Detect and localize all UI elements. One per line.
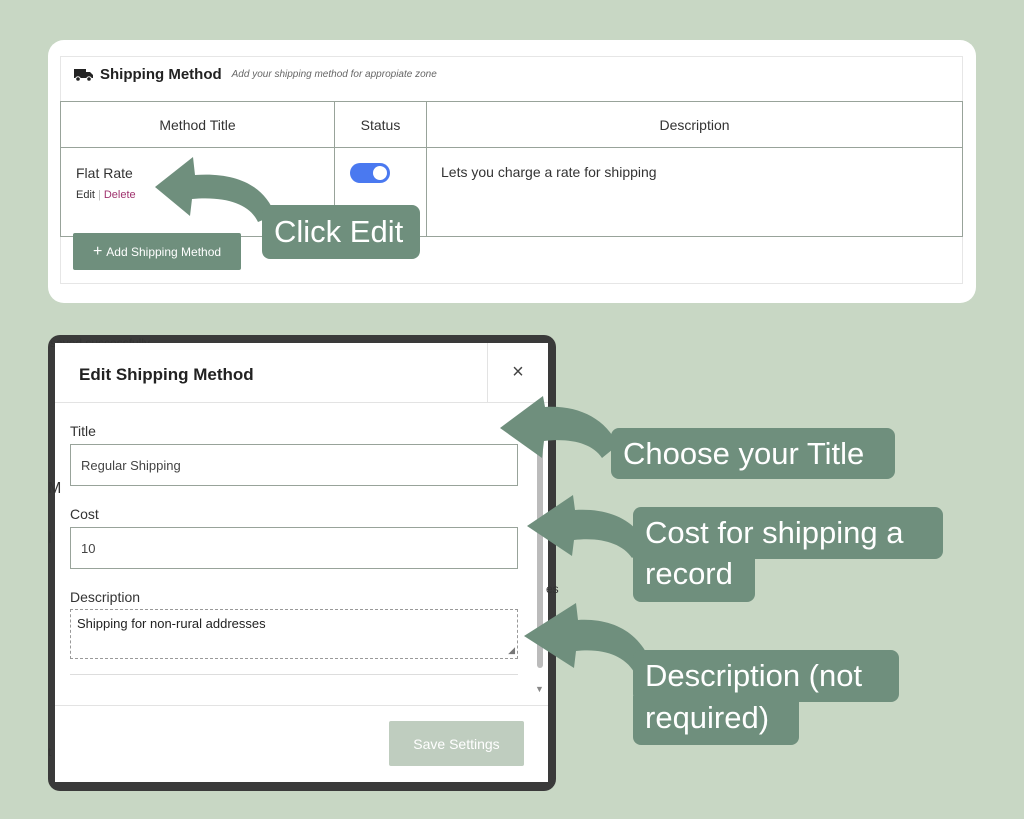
arrow-click-edit xyxy=(155,157,275,222)
callout-cost-line2: record xyxy=(633,552,755,602)
arrow-title xyxy=(500,396,618,458)
callout-desc-line2: required) xyxy=(633,696,799,745)
callout-choose-title: Choose your Title xyxy=(611,428,895,479)
arrow-cost xyxy=(527,495,648,558)
callout-desc-line1: Description (not xyxy=(633,650,899,702)
callout-click-edit: Click Edit xyxy=(262,205,420,259)
arrow-description xyxy=(524,603,650,672)
